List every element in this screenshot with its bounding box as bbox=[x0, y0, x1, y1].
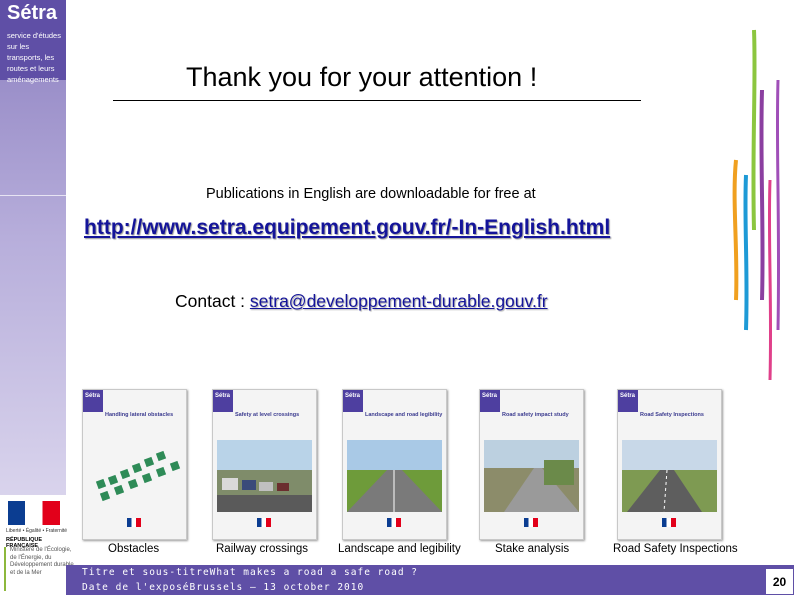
cover-title: Road safety impact study bbox=[502, 412, 569, 418]
publication-cover-obstacles[interactable]: Sétra Handling lateral obstacles bbox=[82, 389, 187, 540]
brand-tagline: service d'études sur les transports, les… bbox=[7, 31, 61, 84]
french-flag-icon bbox=[8, 501, 60, 525]
decorative-lines-graphic bbox=[732, 29, 781, 381]
cover-title: Landscape and road legibility bbox=[365, 412, 443, 418]
setra-logo: Sétra service d'études sur les transport… bbox=[0, 0, 66, 84]
cover-brand: Sétra bbox=[215, 393, 231, 399]
intro-text: Publications in English are downloadable… bbox=[206, 186, 536, 202]
slide-title: Thank you for your attention ! bbox=[186, 62, 538, 92]
logo-ministry: Ministère de l'Écologie, de l'Énergie, d… bbox=[10, 547, 74, 576]
sidebar-divider bbox=[0, 195, 66, 196]
french-flag-icon bbox=[662, 518, 676, 527]
cover-photo bbox=[622, 440, 717, 512]
republique-francaise-logo: Liberté • Égalité • Fraternité RÉPUBLIQU… bbox=[0, 495, 74, 595]
cover-brand: Sétra bbox=[620, 393, 636, 399]
caption-railway: Railway crossings bbox=[216, 543, 309, 555]
cover-title: Handling lateral obstacles bbox=[105, 412, 174, 418]
publication-cover-inspections[interactable]: Sétra Road Safety Inspections bbox=[617, 389, 722, 540]
french-flag-icon bbox=[524, 518, 538, 527]
caption-inspections: Road Safety Inspections bbox=[613, 543, 738, 555]
footer-title: Titre et sous-titreWhat makes a road a s… bbox=[82, 567, 418, 578]
french-flag-icon bbox=[257, 518, 271, 527]
contact-label: Contact : bbox=[175, 291, 250, 311]
title-underline bbox=[113, 100, 641, 101]
cover-photo bbox=[217, 440, 312, 512]
cover-illustration bbox=[87, 440, 182, 512]
caption-landscape: Landscape and legibility bbox=[338, 543, 461, 555]
french-flag-icon bbox=[387, 518, 401, 527]
contact-line: Contact : setra@developpement-durable.go… bbox=[175, 291, 548, 312]
logo-stripe bbox=[4, 547, 6, 591]
footer-bar: Titre et sous-titreWhat makes a road a s… bbox=[66, 565, 794, 595]
publication-cover-railway[interactable]: Sétra Safety at level crossings bbox=[212, 389, 317, 540]
publication-cover-landscape[interactable]: Sétra Landscape and road legibility bbox=[342, 389, 447, 540]
logo-motto: Liberté • Égalité • Fraternité bbox=[6, 528, 68, 534]
downloads-link[interactable]: http://www.setra.equipement.gouv.fr/-In-… bbox=[84, 216, 610, 240]
cover-photo bbox=[484, 440, 579, 512]
publication-cover-stake[interactable]: Sétra Road safety impact study bbox=[479, 389, 584, 540]
footer-date: Date de l'exposéBrussels – 13 october 20… bbox=[82, 582, 365, 593]
brand-name: Sétra bbox=[7, 2, 58, 24]
caption-stake: Stake analysis bbox=[495, 543, 570, 555]
cover-brand: Sétra bbox=[345, 393, 361, 399]
caption-obstacles: Obstacles bbox=[108, 543, 160, 555]
cover-brand: Sétra bbox=[482, 393, 498, 399]
cover-title: Safety at level crossings bbox=[235, 412, 300, 418]
cover-photo bbox=[347, 440, 442, 512]
french-flag-icon bbox=[127, 518, 141, 527]
cover-title: Road Safety Inspections bbox=[640, 412, 704, 418]
page-number: 20 bbox=[765, 568, 794, 595]
contact-email-link[interactable]: setra@developpement-durable.gouv.fr bbox=[250, 291, 548, 311]
cover-brand: Sétra bbox=[85, 393, 101, 399]
